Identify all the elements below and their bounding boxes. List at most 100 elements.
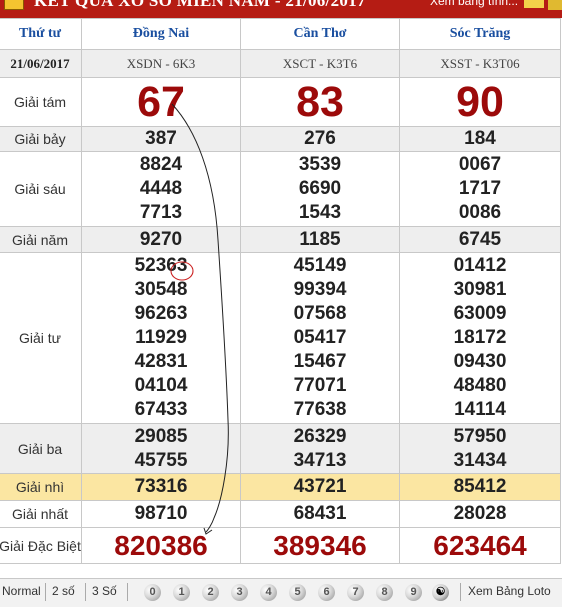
prize-row-8: Giải tám 67 83 90 bbox=[0, 77, 561, 127]
province-dong-nai[interactable]: Đồng Nai bbox=[81, 18, 241, 50]
prize-cell: 3539 6690 1543 bbox=[240, 151, 400, 227]
prize-cell: 57950 31434 bbox=[399, 423, 561, 474]
separator bbox=[85, 583, 86, 601]
prize-number: 30981 bbox=[453, 279, 507, 300]
prize-number: 31434 bbox=[453, 449, 507, 471]
digit-0-button[interactable]: 0 bbox=[144, 584, 161, 601]
prize-cell: 52363 30548 96263 11929 42831 04104 6743… bbox=[81, 252, 241, 424]
prize-number: 45149 bbox=[293, 255, 347, 276]
prize-number: 52363 bbox=[134, 255, 188, 276]
prize-number: 07568 bbox=[293, 303, 347, 324]
prize-number: 6690 bbox=[298, 178, 342, 199]
prize-row-special: Giải Đặc Biệt 820386 389346 623464 bbox=[0, 527, 561, 564]
prize-number: 29085 bbox=[134, 425, 188, 447]
code-row: 21/06/2017 XSDN - 6K3 XSCT - K3T6 XSST -… bbox=[0, 49, 561, 78]
digit-4-button[interactable]: 4 bbox=[260, 584, 277, 601]
prize-cell: 26329 34713 bbox=[240, 423, 400, 474]
prize-label: Giải nhất bbox=[0, 500, 82, 528]
prize-number: 05417 bbox=[293, 327, 347, 348]
prize-row-7: Giải bảy 387 276 184 bbox=[0, 126, 561, 152]
digit-filter-bar: Normal 2 số 3 Số 0 1 2 3 4 5 6 7 8 9 ☯ X… bbox=[0, 578, 562, 607]
prize-label: Giải tám bbox=[0, 77, 82, 127]
prize-number: 73316 bbox=[81, 473, 241, 501]
ticket-code: XSST - K3T06 bbox=[399, 49, 561, 78]
prize-number: 45755 bbox=[134, 449, 188, 471]
prize-number: 77638 bbox=[293, 399, 347, 420]
prize-cell: 01412 30981 63009 18172 09430 48480 1411… bbox=[399, 252, 561, 424]
prize-row-1: Giải nhất 98710 68431 28028 bbox=[0, 500, 561, 528]
province-can-tho[interactable]: Cần Thơ bbox=[240, 18, 400, 50]
prize-number: 83 bbox=[240, 77, 400, 127]
ticket-code: XSDN - 6K3 bbox=[81, 49, 241, 78]
prize-number: 57950 bbox=[453, 425, 507, 447]
prize-row-4: Giải tư 52363 30548 96263 11929 42831 04… bbox=[0, 252, 561, 424]
prize-number: 01412 bbox=[453, 255, 507, 276]
prize-cell: 45149 99394 07568 05417 15467 77071 7763… bbox=[240, 252, 400, 424]
prize-number: 1185 bbox=[240, 226, 400, 253]
rss-icon[interactable] bbox=[524, 0, 544, 8]
prize-number: 276 bbox=[240, 126, 400, 152]
page-title: KẾT QUẢ XỔ SỐ MIỀN NAM - 21/06/2017 bbox=[34, 0, 366, 10]
prize-number: 1717 bbox=[458, 178, 502, 199]
normal-button[interactable]: Normal bbox=[2, 584, 41, 598]
prize-cell: 29085 45755 bbox=[81, 423, 241, 474]
view-table-link[interactable]: Xem bảng tính... bbox=[430, 0, 518, 8]
view-loto-link[interactable]: Xem Bảng Loto bbox=[468, 584, 551, 598]
prize-number: 15467 bbox=[293, 351, 347, 372]
separator bbox=[460, 583, 461, 601]
prize-number: 85412 bbox=[399, 473, 561, 501]
prize-number: 63009 bbox=[453, 303, 507, 324]
digit-9-button[interactable]: 9 bbox=[405, 584, 422, 601]
prize-number: 48480 bbox=[453, 375, 507, 396]
ticket-code: XSCT - K3T6 bbox=[240, 49, 400, 78]
prize-number: 26329 bbox=[293, 425, 347, 447]
prize-number: 28028 bbox=[399, 500, 561, 528]
prize-number: 98710 bbox=[81, 500, 241, 528]
prize-label: Giải năm bbox=[0, 226, 82, 253]
prize-row-3: Giải ba 29085 45755 26329 34713 57950 31… bbox=[0, 423, 561, 474]
separator bbox=[45, 583, 46, 601]
digit-1-button[interactable]: 1 bbox=[173, 584, 190, 601]
prize-number: 184 bbox=[399, 126, 561, 152]
day-header: Thứ tư bbox=[0, 18, 82, 50]
digit-8-button[interactable]: 8 bbox=[376, 584, 393, 601]
prize-number: 30548 bbox=[134, 279, 188, 300]
prize-number: 1543 bbox=[298, 202, 342, 223]
digit-3-button[interactable]: 3 bbox=[231, 584, 248, 601]
prize-number: 42831 bbox=[134, 351, 188, 372]
jackpot-number: 820386 bbox=[81, 527, 241, 564]
digit-2-button[interactable]: 2 bbox=[202, 584, 219, 601]
prize-label: Giải sáu bbox=[0, 151, 82, 227]
prize-row-6: Giải sáu 8824 4448 7713 3539 6690 1543 0… bbox=[0, 151, 561, 227]
three-digits-button[interactable]: 3 Số bbox=[92, 584, 117, 598]
prize-number: 14114 bbox=[454, 399, 506, 420]
prize-cell: 0067 1717 0086 bbox=[399, 151, 561, 227]
prize-label: Giải tư bbox=[0, 252, 82, 424]
separator bbox=[127, 583, 128, 601]
prize-number: 7713 bbox=[139, 202, 183, 223]
jackpot-number: 389346 bbox=[240, 527, 400, 564]
province-soc-trang[interactable]: Sóc Trăng bbox=[399, 18, 561, 50]
prize-number: 6745 bbox=[399, 226, 561, 253]
prize-number: 09430 bbox=[453, 351, 507, 372]
prize-cell: 8824 4448 7713 bbox=[81, 151, 241, 227]
draw-date: 21/06/2017 bbox=[0, 49, 82, 78]
prize-number: 43721 bbox=[240, 473, 400, 501]
digit-7-button[interactable]: 7 bbox=[347, 584, 364, 601]
prize-label: Giải Đặc Biệt bbox=[0, 527, 82, 564]
two-digits-button[interactable]: 2 số bbox=[52, 584, 75, 598]
digit-6-button[interactable]: 6 bbox=[318, 584, 335, 601]
title-bar: KẾT QUẢ XỔ SỐ MIỀN NAM - 21/06/2017 Xem … bbox=[0, 0, 562, 18]
digit-5-button[interactable]: 5 bbox=[289, 584, 306, 601]
jackpot-number: 623464 bbox=[399, 527, 561, 564]
prize-number: 18172 bbox=[453, 327, 507, 348]
prize-number: 96263 bbox=[134, 303, 188, 324]
prize-number: 11929 bbox=[135, 327, 187, 348]
prize-number: 0086 bbox=[458, 202, 502, 223]
prize-row-5: Giải năm 9270 1185 6745 bbox=[0, 226, 561, 253]
prize-label: Giải nhì bbox=[0, 473, 82, 501]
yin-yang-icon[interactable]: ☯ bbox=[432, 584, 449, 601]
prize-number: 99394 bbox=[293, 279, 347, 300]
mail-icon bbox=[4, 0, 24, 10]
print-icon[interactable] bbox=[548, 0, 562, 10]
